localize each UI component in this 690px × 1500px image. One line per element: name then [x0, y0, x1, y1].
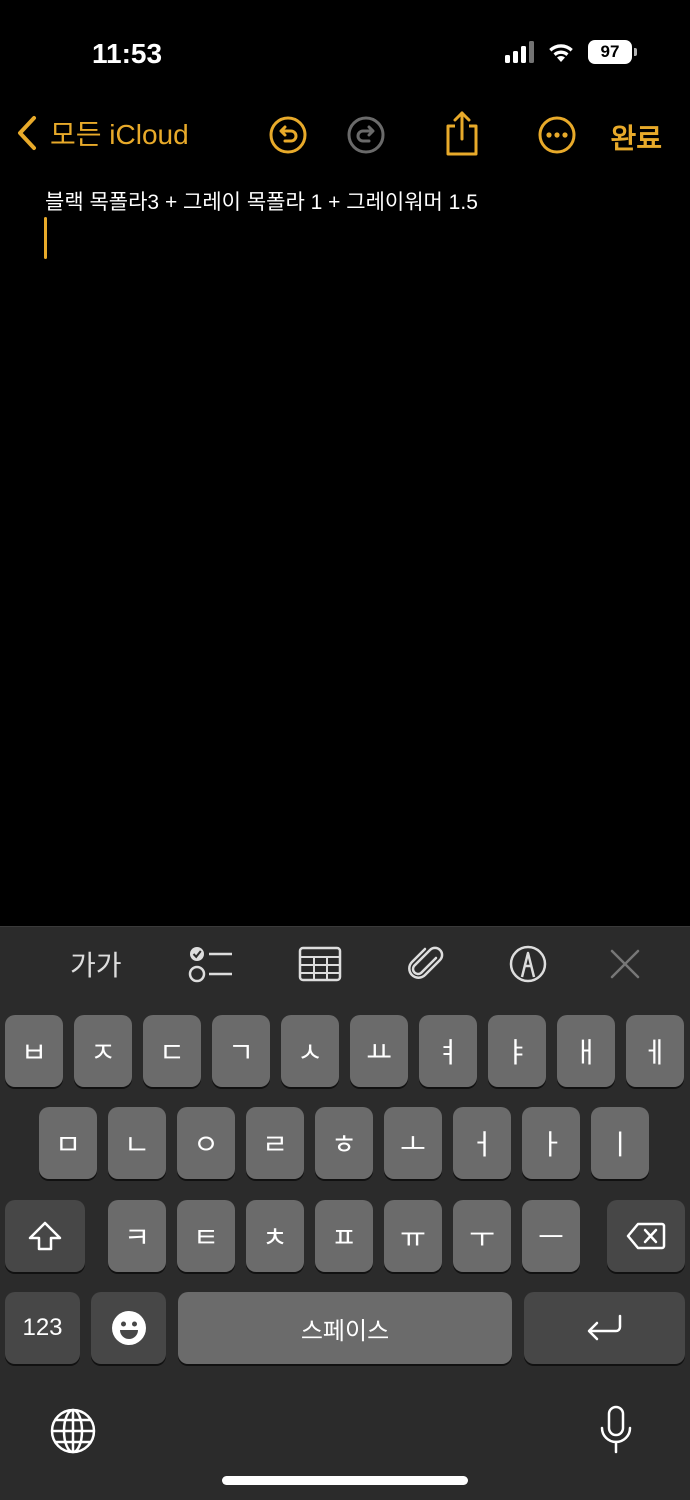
key[interactable]: ㅈ [74, 1015, 132, 1087]
key[interactable]: ㅐ [557, 1015, 615, 1087]
emoji-key[interactable] [91, 1292, 166, 1364]
checklist-icon[interactable] [188, 944, 234, 984]
close-icon[interactable] [608, 944, 642, 984]
key[interactable]: ㅣ [591, 1107, 649, 1179]
home-indicator[interactable] [222, 1476, 468, 1485]
key[interactable]: ㄹ [246, 1107, 304, 1179]
key[interactable]: ㅍ [315, 1200, 373, 1272]
emoji-icon [111, 1311, 146, 1345]
key[interactable]: ㅂ [5, 1015, 63, 1087]
delete-icon [626, 1222, 666, 1250]
key[interactable]: ㅛ [350, 1015, 408, 1087]
key[interactable]: ㅠ [384, 1200, 442, 1272]
key[interactable]: ㅌ [177, 1200, 235, 1272]
text-cursor [44, 217, 47, 259]
status-time: 11:53 [92, 38, 163, 69]
shift-key[interactable] [5, 1200, 85, 1272]
text-format-button[interactable]: 가가 [70, 944, 122, 984]
key[interactable]: ㅎ [315, 1107, 373, 1179]
key[interactable]: ㅡ [522, 1200, 580, 1272]
battery-indicator: 97 [588, 40, 637, 64]
key[interactable]: ㄱ [212, 1015, 270, 1087]
share-icon[interactable] [442, 109, 482, 157]
status-indicators: 97 [505, 40, 637, 64]
key[interactable]: ㅁ [39, 1107, 97, 1179]
key[interactable]: ㅑ [488, 1015, 546, 1087]
cellular-signal-icon [505, 41, 534, 63]
undo-icon[interactable] [268, 115, 308, 155]
space-key[interactable]: 스페이스 [178, 1292, 512, 1364]
key[interactable]: ㄴ [108, 1107, 166, 1179]
nav-bar: 모든 iCloud 완료 [0, 105, 690, 165]
chevron-left-icon [18, 116, 36, 150]
key[interactable]: ㅅ [281, 1015, 339, 1087]
markup-icon[interactable] [508, 944, 548, 984]
key[interactable]: ㅕ [419, 1015, 477, 1087]
key[interactable]: ㅜ [453, 1200, 511, 1272]
key[interactable]: ㅊ [246, 1200, 304, 1272]
redo-icon[interactable] [346, 115, 386, 155]
key[interactable]: ㅏ [522, 1107, 580, 1179]
wifi-icon [549, 44, 573, 62]
more-icon[interactable] [537, 115, 577, 155]
keyboard: ㅂ ㅈ ㄷ ㄱ ㅅ ㅛ ㅕ ㅑ ㅐ ㅔ ㅁ ㄴ ㅇ ㄹ ㅎ ㅗ ㅓ ㅏ ㅣ ㅋ … [0, 1000, 690, 1500]
globe-icon[interactable] [50, 1408, 96, 1454]
return-icon [587, 1314, 621, 1341]
back-label: 모든 iCloud [50, 119, 189, 150]
delete-key[interactable] [607, 1200, 685, 1272]
key[interactable]: ㅓ [453, 1107, 511, 1179]
back-button[interactable]: 모든 iCloud [16, 113, 189, 153]
attachment-icon[interactable] [406, 944, 446, 984]
microphone-icon[interactable] [598, 1404, 634, 1456]
return-key[interactable] [524, 1292, 685, 1364]
key[interactable]: ㄷ [143, 1015, 201, 1087]
key[interactable]: ㅇ [177, 1107, 235, 1179]
done-button[interactable]: 완료 [610, 117, 662, 157]
table-icon[interactable] [298, 944, 342, 984]
shift-icon [28, 1221, 62, 1251]
format-toolbar: 가가 [0, 926, 690, 1001]
key[interactable]: ㅗ [384, 1107, 442, 1179]
numbers-key[interactable]: 123 [5, 1292, 80, 1364]
note-body-text[interactable]: 블랙 목폴라3 + 그레이 목폴라 1 + 그레이워머 1.5 [45, 186, 478, 216]
key[interactable]: ㅔ [626, 1015, 684, 1087]
key[interactable]: ㅋ [108, 1200, 166, 1272]
